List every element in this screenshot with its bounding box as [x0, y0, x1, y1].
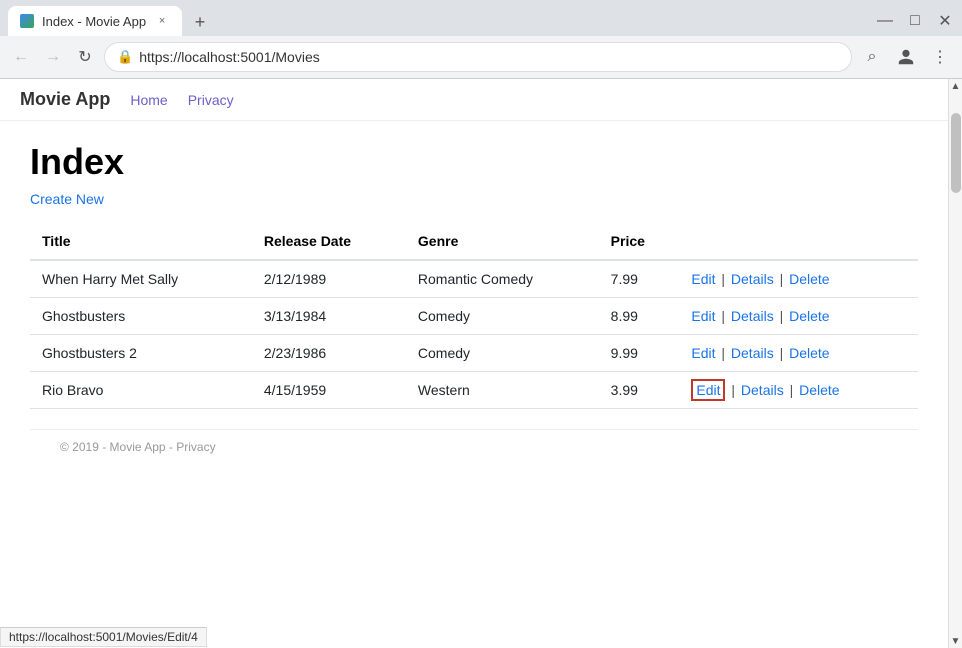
action-separator: |: [717, 308, 728, 324]
title-bar: Index - Movie App × + — □ ✕: [0, 0, 962, 36]
table-row: Ghostbusters 22/23/1986Comedy9.99Edit | …: [30, 335, 918, 372]
address-input[interactable]: 🔒 https://localhost:5001/Movies: [104, 42, 852, 72]
cell-actions: Edit | Details | Delete: [679, 335, 918, 372]
cell-title: Ghostbusters: [30, 298, 252, 335]
footer: © 2019 - Movie App - Privacy: [30, 429, 918, 464]
site-nav: Movie App Home Privacy: [0, 79, 948, 121]
tab-close-button[interactable]: ×: [154, 13, 170, 29]
table-head: Title Release Date Genre Price: [30, 223, 918, 260]
nav-home[interactable]: Home: [130, 92, 167, 108]
table-row: Rio Bravo4/15/1959Western3.99Edit | Deta…: [30, 372, 918, 409]
close-button[interactable]: ✕: [936, 12, 954, 30]
cell-actions: Edit | Details | Delete: [679, 298, 918, 335]
details-link[interactable]: Details: [731, 271, 774, 287]
address-text: https://localhost:5001/Movies: [139, 49, 839, 65]
movies-table: Title Release Date Genre Price When Harr…: [30, 223, 918, 409]
edit-link[interactable]: Edit: [691, 271, 715, 287]
table-header-row: Title Release Date Genre Price: [30, 223, 918, 260]
toolbar-icons: ⌕ ⋮: [858, 43, 954, 71]
action-separator: |: [776, 308, 787, 324]
delete-link[interactable]: Delete: [789, 345, 829, 361]
search-icon[interactable]: ⌕: [858, 43, 886, 71]
scroll-down-arrow[interactable]: ▼: [949, 634, 962, 648]
new-tab-button[interactable]: +: [186, 8, 214, 36]
browser-chrome: Index - Movie App × + — □ ✕ ← → ↻ 🔒 http…: [0, 0, 962, 79]
details-link[interactable]: Details: [741, 382, 784, 398]
col-genre: Genre: [406, 223, 599, 260]
col-actions: [679, 223, 918, 260]
action-separator: |: [786, 382, 797, 398]
details-link[interactable]: Details: [731, 345, 774, 361]
action-separator: |: [727, 382, 738, 398]
create-new-link[interactable]: Create New: [30, 191, 104, 207]
maximize-button[interactable]: □: [906, 12, 924, 30]
table-body: When Harry Met Sally2/12/1989Romantic Co…: [30, 260, 918, 409]
cell-release-date: 2/23/1986: [252, 335, 406, 372]
page-main: Movie App Home Privacy Index Create New …: [0, 79, 948, 648]
scrollbar-thumb[interactable]: [951, 113, 961, 193]
footer-text: © 2019 - Movie App - Privacy: [60, 440, 216, 454]
col-price: Price: [599, 223, 680, 260]
address-bar: ← → ↻ 🔒 https://localhost:5001/Movies ⌕ …: [0, 36, 962, 78]
cell-genre: Comedy: [406, 335, 599, 372]
cell-release-date: 3/13/1984: [252, 298, 406, 335]
cell-title: Ghostbusters 2: [30, 335, 252, 372]
table-row: Ghostbusters3/13/1984Comedy8.99Edit | De…: [30, 298, 918, 335]
scrollbar[interactable]: ▲ ▼: [948, 79, 962, 648]
cell-release-date: 4/15/1959: [252, 372, 406, 409]
cell-genre: Western: [406, 372, 599, 409]
cell-genre: Romantic Comedy: [406, 260, 599, 298]
cell-title: When Harry Met Sally: [30, 260, 252, 298]
action-separator: |: [717, 345, 728, 361]
minimize-button[interactable]: —: [876, 12, 894, 30]
status-url: https://localhost:5001/Movies/Edit/4: [9, 630, 198, 644]
delete-link[interactable]: Delete: [789, 271, 829, 287]
col-release-date: Release Date: [252, 223, 406, 260]
window-controls: — □ ✕: [876, 12, 954, 30]
active-tab[interactable]: Index - Movie App ×: [8, 6, 182, 36]
page-content: Movie App Home Privacy Index Create New …: [0, 79, 962, 648]
lock-icon: 🔒: [117, 49, 133, 65]
cell-price: 8.99: [599, 298, 680, 335]
cell-price: 3.99: [599, 372, 680, 409]
edit-link[interactable]: Edit: [691, 379, 725, 401]
status-bar: https://localhost:5001/Movies/Edit/4: [0, 627, 207, 647]
cell-actions: Edit | Details | Delete: [679, 372, 918, 409]
cell-release-date: 2/12/1989: [252, 260, 406, 298]
action-separator: |: [717, 271, 728, 287]
menu-icon[interactable]: ⋮: [926, 43, 954, 71]
cell-price: 7.99: [599, 260, 680, 298]
nav-privacy[interactable]: Privacy: [188, 92, 234, 108]
action-separator: |: [776, 345, 787, 361]
details-link[interactable]: Details: [731, 308, 774, 324]
scroll-up-arrow[interactable]: ▲: [949, 79, 962, 93]
forward-button[interactable]: →: [40, 44, 66, 70]
brand-name[interactable]: Movie App: [20, 89, 110, 110]
page-title: Index: [30, 141, 918, 183]
back-button[interactable]: ←: [8, 44, 34, 70]
tab-favicon: [20, 14, 34, 28]
cell-price: 9.99: [599, 335, 680, 372]
tab-title: Index - Movie App: [42, 14, 146, 29]
delete-link[interactable]: Delete: [789, 308, 829, 324]
edit-link[interactable]: Edit: [691, 345, 715, 361]
delete-link[interactable]: Delete: [799, 382, 839, 398]
profile-icon[interactable]: [892, 43, 920, 71]
edit-link[interactable]: Edit: [691, 308, 715, 324]
table-row: When Harry Met Sally2/12/1989Romantic Co…: [30, 260, 918, 298]
col-title: Title: [30, 223, 252, 260]
main-area: Index Create New Title Release Date Genr…: [0, 121, 948, 484]
tab-area: Index - Movie App × +: [8, 6, 214, 36]
cell-title: Rio Bravo: [30, 372, 252, 409]
cell-actions: Edit | Details | Delete: [679, 260, 918, 298]
cell-genre: Comedy: [406, 298, 599, 335]
action-separator: |: [776, 271, 787, 287]
reload-button[interactable]: ↻: [72, 44, 98, 70]
